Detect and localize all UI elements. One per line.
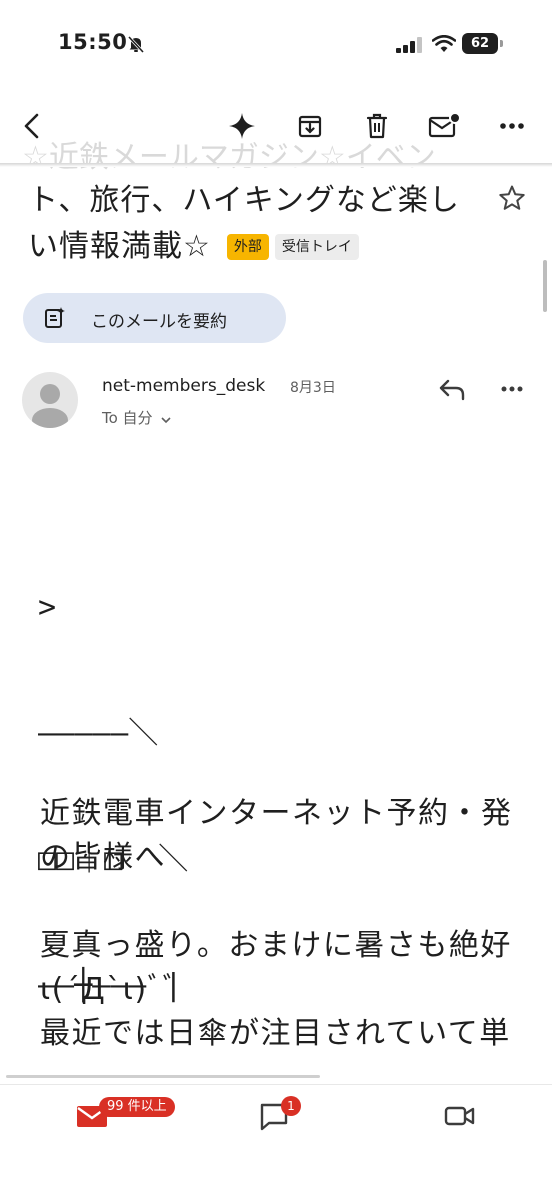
- sparkle-icon[interactable]: [224, 108, 260, 144]
- inbox-label-chip[interactable]: 受信トレイ: [274, 234, 359, 260]
- summarize-label: このメールを要約: [91, 312, 227, 332]
- trash-icon[interactable]: [359, 108, 395, 144]
- body-line: 近鉄電車インターネット予約・発: [40, 796, 513, 831]
- message-date: 8月3日: [290, 380, 336, 396]
- more-horizontal-icon[interactable]: [494, 108, 530, 144]
- sender-name[interactable]: net-members_desk: [102, 376, 265, 396]
- summarize-icon: [44, 306, 66, 334]
- subject-line: ト、旅行、ハイキングなど楽し: [28, 183, 460, 218]
- battery-level: 62: [462, 33, 498, 54]
- toolbar-divider: [0, 163, 552, 167]
- status-time: 15:50: [58, 30, 128, 54]
- recipient-details-toggle[interactable]: To 自分: [102, 407, 171, 428]
- back-icon[interactable]: [14, 108, 50, 144]
- chat-count-badge: 1: [281, 1096, 301, 1116]
- ascii-line: >: [38, 590, 57, 625]
- star-icon[interactable]: [498, 184, 526, 216]
- message-more-icon[interactable]: [500, 377, 524, 405]
- body-line: 最近では日傘が注目されていて単: [40, 1016, 511, 1051]
- battery-cap: [500, 40, 503, 47]
- horizontal-scrollbar[interactable]: [6, 1075, 320, 1078]
- external-badge: 外部: [226, 234, 269, 260]
- ascii-line: ―――――＼: [38, 716, 159, 751]
- body-line: ι(´Д`ι)ﾞﾞ: [40, 972, 180, 1007]
- body-line: 夏真っ盛り。おまけに暑さも絶好: [40, 928, 512, 963]
- bell-muted-icon: [127, 35, 145, 57]
- vertical-scrollbar[interactable]: [543, 260, 547, 312]
- avatar[interactable]: [22, 372, 78, 428]
- video-camera-icon: [444, 1106, 475, 1126]
- subject-line: い情報満載☆: [28, 229, 211, 264]
- email-body: 近鉄電車インターネット予約・発 の皆様へ 夏真っ盛り。おまけに暑さも絶好 ι(´…: [40, 792, 513, 1056]
- body-line: の皆様へ: [40, 840, 166, 875]
- cellular-signal-icon: [396, 37, 424, 57]
- email-subject: ト、旅行、ハイキングなど楽し い情報満載☆ 外部 受信トレイ: [28, 178, 488, 270]
- recipient-label: To 自分: [102, 409, 153, 427]
- mark-unread-icon[interactable]: [426, 108, 462, 144]
- reply-icon[interactable]: [438, 378, 466, 406]
- chevron-down-icon: [161, 410, 171, 428]
- meet-tab[interactable]: [444, 1104, 476, 1132]
- wifi-icon: [431, 34, 457, 57]
- archive-icon[interactable]: [292, 108, 328, 144]
- mail-count-badge: 99 件以上: [99, 1097, 175, 1117]
